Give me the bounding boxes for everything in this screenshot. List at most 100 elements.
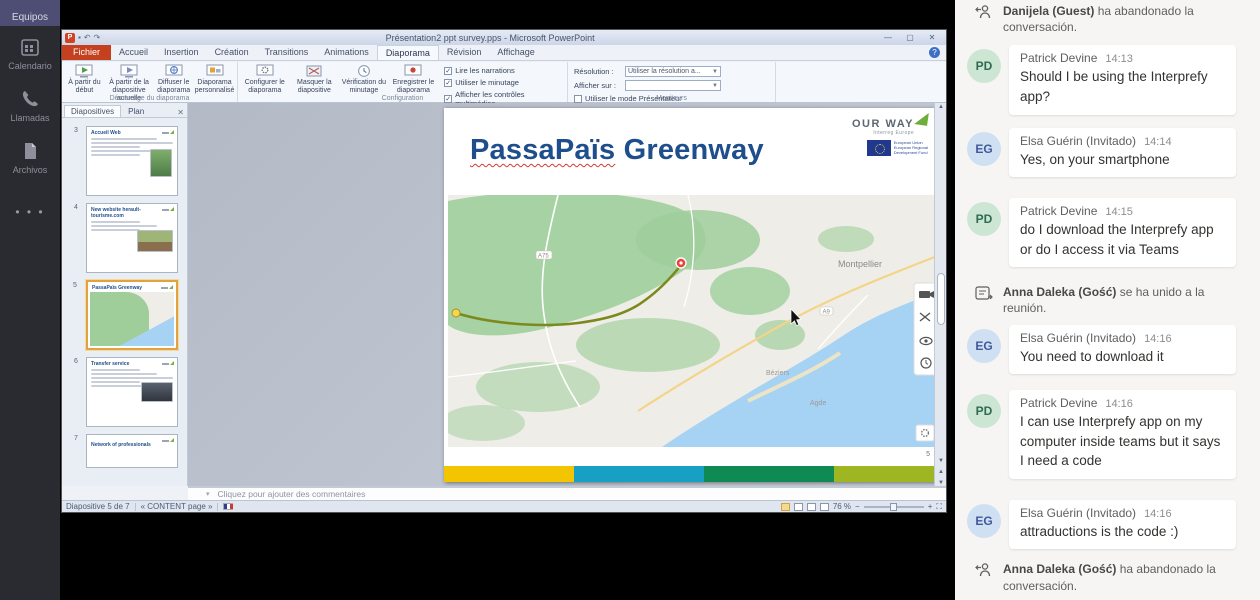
- tab-diapositives[interactable]: Diapositives: [64, 105, 121, 117]
- slide-number: 4: [74, 204, 78, 211]
- sidebar-item-label: Llamadas: [0, 113, 60, 123]
- close-button[interactable]: ✕: [924, 32, 940, 43]
- save-icon[interactable]: ▪: [78, 33, 81, 42]
- tab-transitions[interactable]: Transitions: [257, 45, 317, 60]
- chat-message-card[interactable]: Elsa Guérin (Invitado)14:16 attraduction…: [1009, 500, 1236, 550]
- thumbnail-network-of-professionals[interactable]: 7 Network of professionals: [86, 434, 178, 468]
- powerpoint-app-icon: P: [65, 33, 75, 43]
- sidebar-item-llamadas[interactable]: Llamadas: [0, 88, 60, 123]
- zoom-in-icon[interactable]: +: [928, 502, 933, 511]
- slide-sorter-view-icon[interactable]: [794, 503, 803, 511]
- tab-revision[interactable]: Révision: [439, 45, 490, 60]
- chat-message: PD Patrick Devine14:13 Should I be using…: [955, 45, 1260, 114]
- system-message: Danijela (Guest) ha abandonado la conver…: [955, 3, 1260, 35]
- thumbnail-image: [150, 149, 172, 177]
- zoom-out-icon[interactable]: −: [855, 502, 860, 511]
- sidebar-item-calendario[interactable]: Calendario: [0, 36, 60, 71]
- help-icon[interactable]: ?: [929, 47, 940, 58]
- hide-slide-button[interactable]: Masquer la diapositive: [290, 63, 340, 93]
- avatar[interactable]: PD: [967, 394, 1001, 428]
- avatar[interactable]: PD: [967, 202, 1001, 236]
- use-timings-checkbox[interactable]: Utiliser le minutage: [444, 78, 561, 87]
- current-slide[interactable]: PassaPaïs Greenway OUR WAY Interreg Euro…: [444, 108, 944, 482]
- slideshow-play-icon: [75, 64, 93, 78]
- tab-insertion[interactable]: Insertion: [156, 45, 207, 60]
- record-slideshow-button[interactable]: Enregistrer le diaporama: [389, 63, 439, 93]
- thumbnail-image: [137, 230, 173, 252]
- sidebar-item-archivos[interactable]: Archivos: [0, 140, 60, 175]
- minimize-button[interactable]: —: [880, 32, 896, 43]
- splitter-handle-icon[interactable]: ▾: [206, 490, 210, 498]
- chat-message-card[interactable]: Elsa Guérin (Invitado)14:16 You need to …: [1009, 325, 1236, 375]
- setup-gear-icon: [256, 64, 274, 78]
- thumbnail-transfer-service[interactable]: 6 Transfer service: [86, 357, 178, 427]
- slide-thumbnail-panel: Diapositives Plan ✕ 3 Accueil Web 4: [62, 103, 188, 486]
- scroll-up-icon[interactable]: ▲: [935, 104, 947, 110]
- slideshow-view-icon[interactable]: [820, 503, 829, 511]
- avatar[interactable]: EG: [967, 132, 1001, 166]
- ribbon: À partir du début À partir de la diaposi…: [62, 62, 946, 103]
- slide-counter: Diapositive 5 de 7: [66, 502, 130, 511]
- ourway-mini-logo: [162, 130, 174, 135]
- chat-message: PD Patrick Devine14:15 do I download the…: [955, 198, 1260, 267]
- previous-slide-icon[interactable]: ▲: [935, 469, 947, 475]
- checkbox-checked-icon: [444, 67, 452, 75]
- chat-message-card[interactable]: Patrick Devine14:16 I can use Interprefy…: [1009, 390, 1236, 479]
- from-beginning-button[interactable]: À partir du début: [64, 63, 105, 93]
- close-panel-icon[interactable]: ✕: [177, 108, 184, 117]
- avatar[interactable]: EG: [967, 504, 1001, 538]
- tab-creation[interactable]: Création: [207, 45, 257, 60]
- scroll-down-icon[interactable]: ▼: [935, 458, 947, 464]
- thumbnail-accueil-web[interactable]: 3 Accueil Web: [86, 126, 178, 196]
- setup-slideshow-button[interactable]: Configurer le diaporama: [240, 63, 290, 93]
- play-narrations-checkbox[interactable]: Lire les narrations: [444, 66, 561, 75]
- resolution-label: Résolution :: [574, 67, 622, 76]
- map-settings-button[interactable]: [916, 425, 934, 441]
- undo-icon[interactable]: ↶: [84, 33, 91, 42]
- custom-slideshow-button[interactable]: Diaporama personnalisé: [194, 63, 235, 93]
- svg-text:A75: A75: [538, 254, 549, 260]
- normal-view-icon[interactable]: [781, 503, 790, 511]
- more-options-icon[interactable]: • • •: [0, 205, 60, 219]
- slide-number: 5: [73, 282, 77, 289]
- tab-fichier[interactable]: Fichier: [62, 45, 111, 60]
- redo-icon[interactable]: ↷: [94, 33, 101, 42]
- route-start-marker: [452, 309, 460, 317]
- chat-message-card[interactable]: Elsa Guérin (Invitado)14:14 Yes, on your…: [1009, 128, 1236, 178]
- zoom-slider[interactable]: [864, 506, 924, 508]
- tab-accueil[interactable]: Accueil: [111, 45, 156, 60]
- ribbon-group-demarrage: À partir du début À partir de la diaposi…: [62, 62, 238, 102]
- thumbnail-passapais-greenway[interactable]: 5 PassaPaïs Greenway: [86, 280, 178, 350]
- fit-to-window-icon[interactable]: ⛶: [936, 502, 942, 512]
- rehearse-timings-button[interactable]: Vérification du minutage: [339, 63, 389, 93]
- tab-affichage[interactable]: Affichage: [489, 45, 542, 60]
- ourway-mini-logo: [162, 361, 174, 366]
- tab-plan[interactable]: Plan: [122, 106, 150, 117]
- resolution-dropdown[interactable]: Utiliser la résolution a...▼: [625, 66, 721, 77]
- restore-button[interactable]: ▢: [902, 32, 918, 43]
- thumbnail-map: [90, 292, 174, 346]
- svg-text:A9: A9: [823, 310, 831, 316]
- sidebar-item-label: Archivos: [0, 165, 60, 175]
- display-on-dropdown[interactable]: ▼: [625, 80, 721, 91]
- thumbnail-new-website[interactable]: 4 New website herault-tourisme.com: [86, 203, 178, 273]
- chat-message-card[interactable]: Patrick Devine14:13 Should I be using th…: [1009, 45, 1236, 114]
- scrollbar-thumb[interactable]: [937, 273, 945, 325]
- chat-message-card[interactable]: Patrick Devine14:15 do I download the In…: [1009, 198, 1236, 267]
- phone-icon: [19, 88, 41, 110]
- screen-share-stage: P ▪ ↶ ↷ Présentation2 ppt survey.pps - M…: [60, 0, 955, 600]
- tab-diaporama[interactable]: Diaporama: [377, 45, 439, 60]
- avatar[interactable]: EG: [967, 329, 1001, 363]
- slide-scrollbar[interactable]: ▲ ▼ ▲ ▼: [934, 103, 946, 486]
- map-label-town: Agde: [810, 400, 826, 407]
- sidebar-item-label: Equipos: [12, 12, 48, 23]
- reading-view-icon[interactable]: [807, 503, 816, 511]
- tab-animations[interactable]: Animations: [316, 45, 377, 60]
- notes-area[interactable]: ▾ Cliquez pour ajouter des commentaires: [188, 486, 946, 500]
- greenway-map[interactable]: Montpellier Béziers Agde A9 A75: [448, 195, 940, 447]
- broadcast-slideshow-button[interactable]: Diffuser le diaporama: [153, 63, 194, 93]
- powerpoint-statusbar: Diapositive 5 de 7 « CONTENT page » 76 %…: [62, 500, 946, 512]
- from-current-slide-button[interactable]: À partir de la diapositive actuelle: [105, 63, 153, 93]
- sidebar-item-equipos[interactable]: Equipos: [0, 0, 60, 26]
- avatar[interactable]: PD: [967, 49, 1001, 83]
